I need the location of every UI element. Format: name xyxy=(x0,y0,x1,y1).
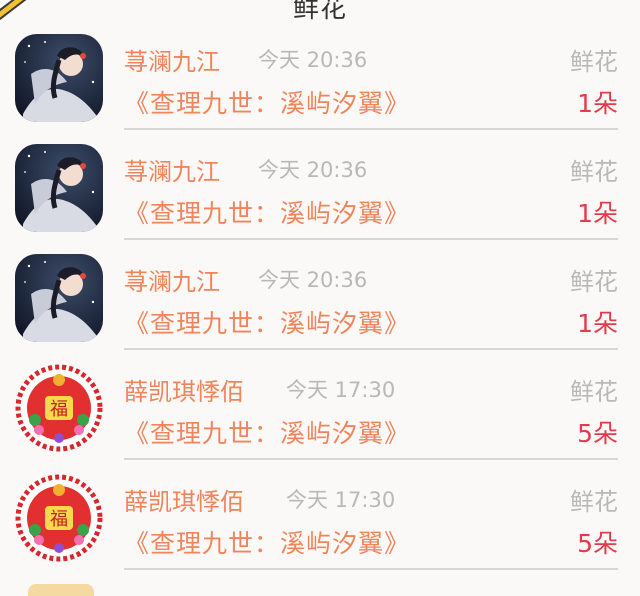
gift-record-row[interactable]: 荨澜九江 今天 20:36 《查理九世：溪屿汐翼》 鲜花 1朵 xyxy=(0,132,640,242)
fu-papercut-avatar[interactable]: 福 xyxy=(15,474,103,562)
gift-record-row[interactable]: 福 薛凯琪悸佰 今天 17:30 《查理九世：溪屿汐翼》 鲜花 5朵 xyxy=(0,462,640,572)
gift-type: 鲜花 xyxy=(570,158,618,186)
send-time: 今天 17:30 xyxy=(286,378,396,402)
row-divider xyxy=(124,568,618,570)
anime-girl-avatar[interactable] xyxy=(15,144,103,232)
row-divider xyxy=(124,128,618,130)
gift-count: 1朵 xyxy=(577,199,618,228)
header-bar: 鲜花 xyxy=(0,0,640,22)
send-time: 今天 17:30 xyxy=(286,488,396,512)
next-avatar-partial xyxy=(28,584,94,596)
gift-type: 鲜花 xyxy=(570,48,618,76)
book-title[interactable]: 《查理九世：溪屿汐翼》 xyxy=(124,304,410,340)
anime-girl-avatar[interactable] xyxy=(15,34,103,122)
gift-count: 5朵 xyxy=(577,419,618,448)
row-divider xyxy=(124,348,618,350)
row-divider xyxy=(124,458,618,460)
gift-record-row[interactable]: 荨澜九江 今天 20:36 《查理九世：溪屿汐翼》 鲜花 1朵 xyxy=(0,22,640,132)
book-title[interactable]: 《查理九世：溪屿汐翼》 xyxy=(124,84,410,120)
page-title: 鲜花 xyxy=(292,0,347,22)
gift-record-row[interactable]: 福 薛凯琪悸佰 今天 17:30 《查理九世：溪屿汐翼》 鲜花 5朵 xyxy=(0,352,640,462)
fu-papercut-avatar[interactable]: 福 xyxy=(15,364,103,452)
send-time: 今天 20:36 xyxy=(258,268,368,292)
anime-girl-avatar[interactable] xyxy=(15,254,103,342)
send-time: 今天 20:36 xyxy=(258,48,368,72)
sender-name[interactable]: 薛凯琪悸佰 xyxy=(124,482,244,517)
gift-record-list: 荨澜九江 今天 20:36 《查理九世：溪屿汐翼》 鲜花 1朵 荨澜九江 今天 … xyxy=(0,22,640,572)
gift-count: 1朵 xyxy=(577,309,618,338)
gift-count: 1朵 xyxy=(577,89,618,118)
sender-name[interactable]: 荨澜九江 xyxy=(124,262,220,297)
book-title[interactable]: 《查理九世：溪屿汐翼》 xyxy=(124,414,410,450)
sender-name[interactable]: 薛凯琪悸佰 xyxy=(124,372,244,407)
gift-type: 鲜花 xyxy=(570,268,618,296)
row-divider xyxy=(124,238,618,240)
svg-text:福: 福 xyxy=(50,509,68,530)
gift-type: 鲜花 xyxy=(570,488,618,516)
gift-type: 鲜花 xyxy=(570,378,618,406)
svg-text:福: 福 xyxy=(50,399,68,420)
gift-count: 5朵 xyxy=(577,529,618,558)
sender-name[interactable]: 荨澜九江 xyxy=(124,152,220,187)
gift-record-row[interactable]: 荨澜九江 今天 20:36 《查理九世：溪屿汐翼》 鲜花 1朵 xyxy=(0,242,640,352)
send-time: 今天 20:36 xyxy=(258,158,368,182)
sender-name[interactable]: 荨澜九江 xyxy=(124,42,220,77)
book-title[interactable]: 《查理九世：溪屿汐翼》 xyxy=(124,194,410,230)
book-title[interactable]: 《查理九世：溪屿汐翼》 xyxy=(124,524,410,560)
